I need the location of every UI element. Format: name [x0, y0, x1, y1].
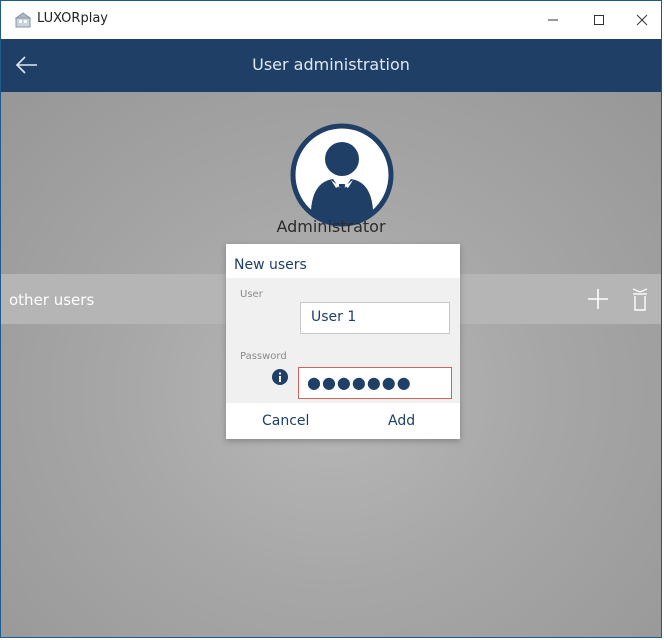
new-user-dialog: New users User User 1 Password ●●●●●●● C…: [226, 244, 460, 439]
window-title: LUXORplay: [37, 11, 108, 26]
administrator-avatar-icon[interactable]: [289, 122, 395, 228]
close-button[interactable]: [622, 1, 661, 39]
minimize-icon: [548, 19, 558, 21]
app-window: LUXORplay User administration Administra…: [0, 0, 662, 638]
page-title: User administration: [252, 55, 410, 74]
add-button[interactable]: Add: [388, 413, 415, 429]
user-name-input[interactable]: User 1: [300, 302, 450, 334]
maximize-button[interactable]: [576, 1, 622, 39]
plus-icon[interactable]: [587, 288, 609, 310]
info-icon[interactable]: [272, 369, 288, 385]
app-icon: [15, 12, 31, 28]
minimize-button[interactable]: [530, 1, 576, 39]
password-input[interactable]: ●●●●●●●: [298, 367, 452, 399]
app-header: User administration: [1, 39, 661, 92]
user-field-label: User: [240, 289, 263, 300]
cancel-button[interactable]: Cancel: [262, 413, 309, 429]
title-bar: LUXORplay: [1, 1, 661, 39]
maximize-icon: [594, 15, 604, 25]
close-icon: [636, 14, 648, 26]
dialog-actions: Cancel Add: [226, 403, 460, 439]
trash-icon[interactable]: [631, 286, 649, 312]
password-field-label: Password: [240, 351, 287, 362]
other-users-label: other users: [9, 291, 95, 309]
administrator-label: Administrator: [276, 217, 386, 236]
dialog-body: User User 1 Password ●●●●●●●: [226, 278, 460, 403]
dialog-title: New users: [234, 257, 307, 273]
